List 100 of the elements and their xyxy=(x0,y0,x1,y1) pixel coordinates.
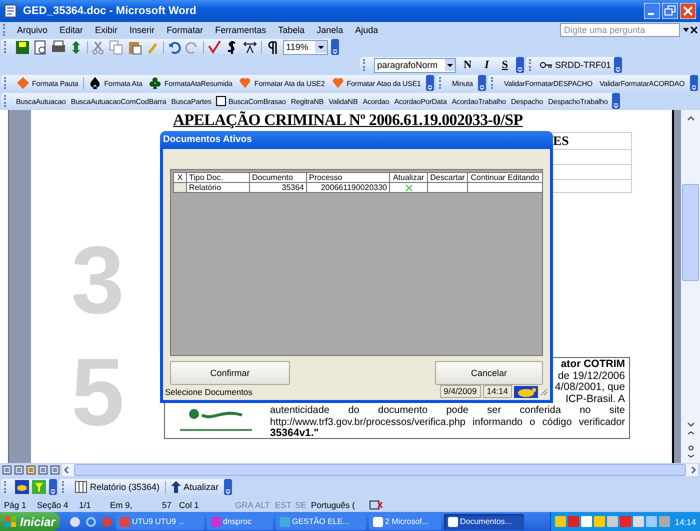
status-message: Selecione Documentos xyxy=(165,386,254,396)
update-button[interactable]: Atualizar xyxy=(168,481,221,493)
print-view-icon[interactable] xyxy=(26,465,36,475)
save-icon[interactable] xyxy=(15,40,30,54)
column-header[interactable]: Processo xyxy=(306,172,390,182)
columns-icon xyxy=(75,481,87,493)
resize-grip-icon[interactable] xyxy=(540,388,548,396)
table-cell: 200661190020330 xyxy=(306,182,390,192)
toolbar-options-icon[interactable] xyxy=(516,57,524,73)
key-icon[interactable] xyxy=(540,61,552,69)
italic-button[interactable]: I xyxy=(480,59,494,71)
status-date: 9/4/2009 xyxy=(440,385,481,398)
signature-line: ICP-Brasil. A xyxy=(565,394,625,405)
verification-code: 35364v1." xyxy=(270,428,319,440)
status-time: 14:14 xyxy=(482,385,512,398)
column-header[interactable]: Tipo Doc. xyxy=(186,172,250,182)
spellcheck-icon[interactable] xyxy=(207,40,222,54)
club-icon xyxy=(149,77,162,89)
normal-view-icon[interactable] xyxy=(2,465,12,475)
scissors-icon[interactable] xyxy=(91,40,106,54)
vertical-scrollbar[interactable] xyxy=(681,110,700,463)
status-item: Pág 1 xyxy=(4,500,28,510)
spade-icon xyxy=(89,77,102,89)
restore-icon[interactable] xyxy=(662,3,678,19)
taskbar-button[interactable]: 2 Microsof... xyxy=(369,514,441,530)
status-item: Português ( xyxy=(311,500,356,510)
column-header[interactable]: Continuar Editando xyxy=(468,172,542,182)
heart-icon xyxy=(239,77,252,89)
window-title: GED_35364.doc - Microsoft Word xyxy=(23,5,196,17)
status-item: SE xyxy=(295,500,308,510)
column-header[interactable]: Documento xyxy=(250,172,306,182)
toolbar-options-icon[interactable] xyxy=(478,75,486,91)
toolbar-options-icon[interactable] xyxy=(612,93,620,109)
style-dropdown[interactable]: paragrafoNorm xyxy=(374,58,456,72)
row-header[interactable] xyxy=(174,182,186,192)
taskbar-button[interactable]: dnsproc xyxy=(207,514,273,530)
app-icon xyxy=(211,516,221,526)
menu-item[interactable]: Arquivo xyxy=(11,25,54,35)
document-button[interactable]: Relatório (35364) xyxy=(73,481,162,493)
minimize-icon[interactable] xyxy=(644,3,660,19)
toolbar-options-icon[interactable] xyxy=(331,39,340,55)
clock: 14:14 xyxy=(674,516,696,526)
reading-view-icon[interactable] xyxy=(50,465,60,475)
signature-line: 4/08/2001, que xyxy=(554,382,625,394)
underline-button[interactable]: S xyxy=(496,59,513,71)
cancel-button[interactable]: Cancelar xyxy=(435,361,543,385)
taskbar-button[interactable]: GESTÃO ELE... xyxy=(276,514,366,530)
menu-item[interactable]: Ajuda xyxy=(349,25,384,35)
column-header[interactable]: X xyxy=(174,172,186,182)
paste-icon[interactable] xyxy=(127,40,142,54)
browser-icon[interactable] xyxy=(85,516,97,528)
menu-item[interactable]: Tabela xyxy=(272,25,311,35)
status-item: ALT xyxy=(255,500,271,510)
menu-item[interactable]: Exibir xyxy=(89,25,124,35)
confirm-button[interactable]: Confirmar xyxy=(170,361,290,385)
table-cell: 35364 xyxy=(250,182,306,192)
signature-text: http://www.trf3.gov.br/processos/verifica.php informando o código verificador xyxy=(270,416,625,428)
text-direction-icon[interactable] xyxy=(243,40,258,54)
toolbar-options-icon[interactable] xyxy=(614,57,622,73)
taskbar-button[interactable]: Documentos... xyxy=(444,514,524,530)
scrollbar-thumb[interactable] xyxy=(682,184,699,281)
toolbar-options-icon[interactable] xyxy=(426,75,434,91)
print-preview-icon[interactable] xyxy=(33,40,48,54)
update-checkbox[interactable] xyxy=(404,184,412,192)
menu-item[interactable]: Ferramentas xyxy=(209,25,272,35)
filter-icon[interactable] xyxy=(32,480,46,494)
menu-item[interactable]: Formatar xyxy=(160,25,210,35)
menu-item[interactable]: Inserir xyxy=(124,25,161,35)
help-search-field[interactable]: Digite uma pergunta xyxy=(560,23,680,37)
word-document-icon xyxy=(4,4,18,18)
taskbar-button[interactable]: UTU9 UTU9 ... xyxy=(116,514,204,530)
document-heading: APELAÇÃO CRIMINAL Nº 2006.61.19.002033-0/SP xyxy=(173,112,524,130)
web-view-icon[interactable] xyxy=(14,465,24,475)
column-header[interactable]: Descartar xyxy=(428,172,468,182)
close-icon[interactable] xyxy=(690,26,698,34)
copy-icon[interactable] xyxy=(109,40,124,54)
bold-button[interactable]: N xyxy=(458,59,477,71)
srdd-button[interactable]: SRDD-TRF01 xyxy=(554,60,611,70)
menu-item[interactable]: Janela xyxy=(310,25,350,35)
app-icon xyxy=(373,516,383,526)
column-header[interactable]: Atualizar xyxy=(390,172,428,182)
toolbar-options-icon[interactable] xyxy=(224,479,232,495)
table-cell: Relatório xyxy=(186,182,250,192)
zoom-dropdown[interactable]: 119% xyxy=(283,40,328,54)
windows-logo-icon xyxy=(5,516,17,528)
toolbar-options-icon[interactable] xyxy=(49,479,57,495)
status-item: 57 xyxy=(162,500,172,510)
up-arrow-icon xyxy=(170,481,181,493)
printer-icon[interactable] xyxy=(51,40,66,54)
dropdown-arrow-icon[interactable] xyxy=(682,26,690,34)
signature-line: de 19/12/2006 xyxy=(558,370,625,382)
undo-icon[interactable] xyxy=(167,40,182,54)
tray-icon[interactable] xyxy=(580,516,592,527)
toolbar-options-icon[interactable] xyxy=(690,75,698,91)
status-item: Col 1 xyxy=(179,500,200,510)
app-icon xyxy=(448,516,458,526)
menu-item[interactable]: Editar xyxy=(54,25,90,35)
heart-icon xyxy=(332,77,344,89)
app-icon xyxy=(280,516,290,526)
outline-view-icon[interactable] xyxy=(38,465,48,475)
